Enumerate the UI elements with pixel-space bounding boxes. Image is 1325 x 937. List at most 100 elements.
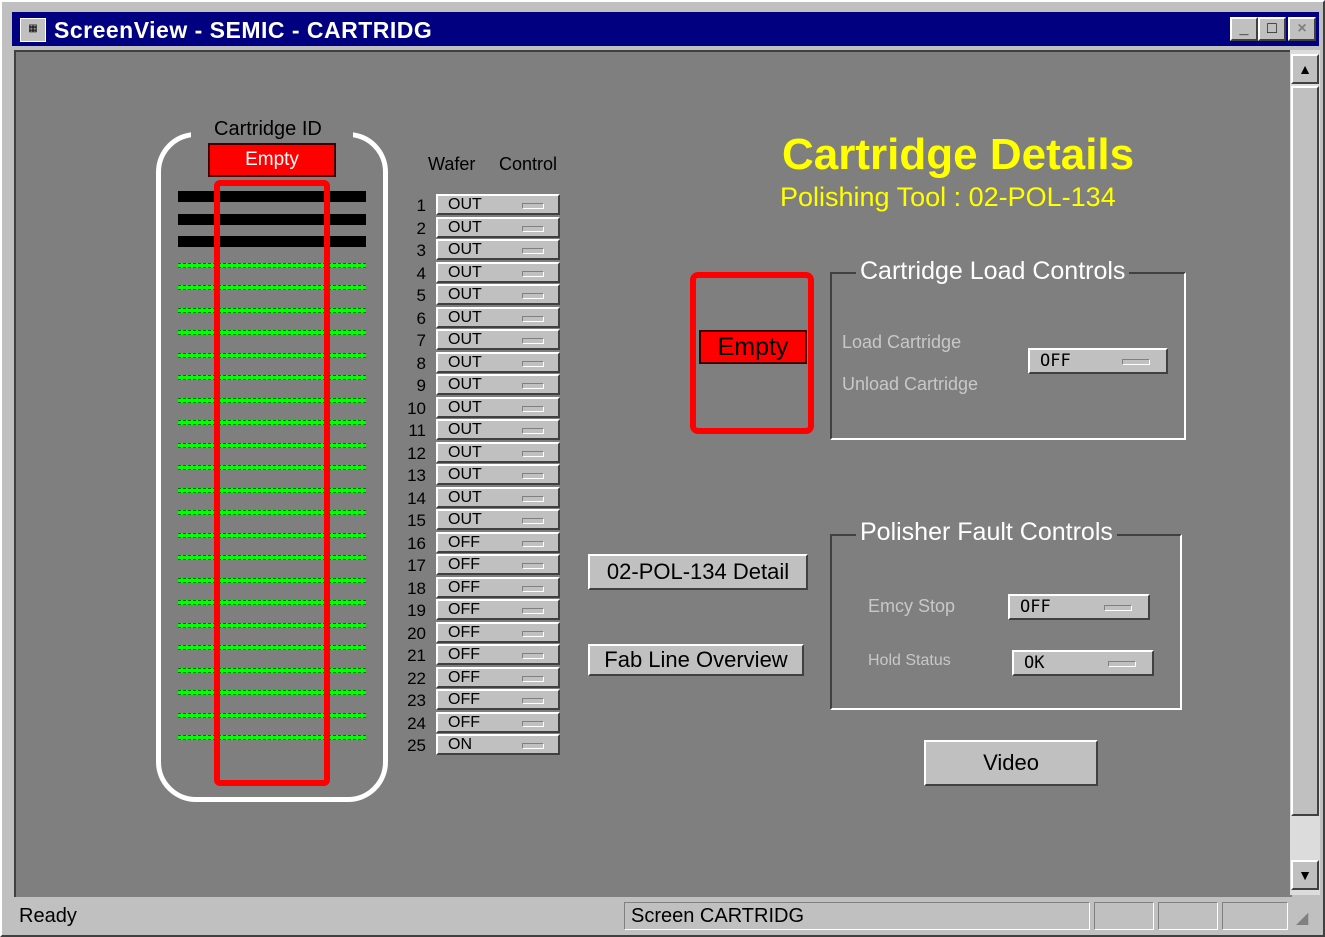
- status-pane-empty-2: [1158, 902, 1218, 930]
- toggle-grip-icon: [522, 338, 544, 344]
- window-title: ScreenView - SEMIC - CARTRIDG: [54, 17, 433, 43]
- wafer-number: 20: [407, 623, 426, 643]
- toggle-grip-icon: [522, 630, 544, 637]
- toggle-grip-icon: [522, 405, 544, 412]
- wafer-control-state: OUT: [448, 308, 482, 326]
- maximize-button[interactable]: □: [1258, 17, 1286, 41]
- tool-detail-button[interactable]: 02-POL-134 Detail: [588, 554, 808, 590]
- cartridge-status-label: Empty: [699, 330, 807, 364]
- toggle-grip-icon: [522, 315, 544, 322]
- wafer-control-button[interactable]: OFF: [436, 531, 560, 553]
- load-cartridge-label: Load Cartridge: [842, 332, 962, 352]
- status-ready: Ready: [19, 905, 77, 927]
- hold-status-label: Hold Status: [868, 652, 951, 669]
- wafer-control-button[interactable]: OUT: [436, 374, 560, 395]
- resize-grip-icon[interactable]: ◢: [1296, 908, 1308, 928]
- fab-line-overview-button[interactable]: Fab Line Overview: [588, 644, 804, 676]
- video-button[interactable]: Video: [924, 740, 1098, 786]
- wafer-control-button[interactable]: OUT: [436, 486, 560, 508]
- wafer-control-button[interactable]: OFF: [436, 711, 560, 733]
- wafer-control-button[interactable]: OUT: [436, 239, 560, 260]
- wafer-number: 23: [407, 691, 426, 710]
- wafer-control-button[interactable]: OFF: [436, 621, 560, 643]
- wafer-control-state: OUT: [448, 488, 482, 506]
- unload-cartridge-label: Unload Cartridge: [842, 374, 979, 394]
- wafer-control-state: OFF: [448, 623, 480, 641]
- toggle-grip-icon: [522, 743, 544, 749]
- toggle-grip-icon: [522, 203, 544, 209]
- page-title: Cartridge Details: [782, 130, 1135, 179]
- wafer-control-button[interactable]: OUT: [436, 396, 560, 418]
- wafer-control-state: OUT: [448, 353, 482, 371]
- wafer-control-button[interactable]: OUT: [436, 284, 560, 305]
- hold-status-value: OK: [1024, 653, 1045, 673]
- close-button[interactable]: ×: [1288, 17, 1316, 41]
- wafer-control-state: OUT: [448, 511, 482, 528]
- toggle-grip-icon: [522, 428, 544, 434]
- status-bar: Ready Screen CARTRIDG ◢: [12, 898, 1319, 934]
- wafer-number: 11: [408, 421, 426, 440]
- wafer-control-button[interactable]: OUT: [436, 261, 560, 283]
- wafer-control-button[interactable]: OUT: [436, 216, 560, 238]
- vertical-scrollbar[interactable]: ▲ ▼: [1290, 50, 1320, 895]
- scroll-up-icon[interactable]: ▲: [1291, 54, 1319, 84]
- wafer-control-button[interactable]: OFF: [436, 576, 560, 598]
- wafer-control-state: OFF: [448, 646, 480, 663]
- wafer-control-button[interactable]: OFF: [436, 644, 560, 665]
- wafer-number: 7: [416, 331, 426, 350]
- wafer-column-header: Wafer: [428, 154, 476, 174]
- emergency-stop-toggle[interactable]: OFF: [1008, 594, 1150, 620]
- wafer-control-state: OFF: [448, 556, 480, 573]
- wafer-control-button[interactable]: OUT: [436, 419, 560, 440]
- wafer-number: 25: [407, 736, 426, 755]
- wafer-control-state: OFF: [448, 713, 480, 731]
- app-icon[interactable]: ▦: [20, 18, 46, 42]
- wafer-number: 13: [407, 466, 426, 485]
- control-column-header: Control: [499, 154, 558, 174]
- minimize-button[interactable]: _: [1230, 17, 1258, 41]
- wafer-number: 6: [416, 308, 426, 328]
- wafer-control-button[interactable]: OFF: [436, 689, 560, 710]
- wafer-control-button[interactable]: OUT: [436, 351, 560, 373]
- wafer-control-button[interactable]: OUT: [436, 441, 560, 463]
- wafer-control-button[interactable]: OUT: [436, 306, 560, 328]
- wafer-control-state: OUT: [448, 196, 482, 213]
- status-pane-empty-3: [1222, 902, 1288, 930]
- wafer-control-button[interactable]: OUT: [436, 194, 560, 215]
- title-bar[interactable]: ▦ ScreenView - SEMIC - CARTRIDG _ □ ×: [12, 12, 1319, 46]
- wafer-control-button[interactable]: OFF: [436, 666, 560, 688]
- wafer-control-button[interactable]: OUT: [436, 329, 560, 350]
- status-pane-empty-1: [1094, 902, 1154, 930]
- toggle-grip-icon: [522, 698, 544, 704]
- scroll-down-icon[interactable]: ▼: [1291, 860, 1319, 890]
- wafer-control-state: OUT: [448, 218, 482, 236]
- cartridge-load-controls-title: Cartridge Load Controls: [856, 257, 1130, 286]
- wafer-control-button[interactable]: OUT: [436, 464, 560, 485]
- wafer-control-state: OUT: [448, 421, 482, 438]
- wafer-control-button[interactable]: ON: [436, 734, 560, 755]
- wafer-control-state: OFF: [448, 533, 480, 551]
- toggle-grip-icon: [522, 540, 544, 547]
- wafer-control-state: OUT: [448, 241, 482, 258]
- cartridge-id-label: Cartridge ID: [214, 118, 322, 140]
- wafer-number: 21: [407, 646, 426, 665]
- cartridge-alarm-frame: [214, 180, 330, 786]
- wafer-control-button[interactable]: OUT: [436, 509, 560, 530]
- toggle-grip-icon: [522, 653, 544, 659]
- wafer-control-button[interactable]: OFF: [436, 554, 560, 575]
- wafer-number: 9: [416, 376, 426, 395]
- hold-status-toggle[interactable]: OK: [1012, 650, 1154, 676]
- wafer-control-state: OUT: [448, 466, 482, 483]
- status-screen-name: Screen CARTRIDG: [624, 902, 1090, 930]
- wafer-control-state: OUT: [448, 376, 482, 393]
- toggle-grip-icon: [522, 518, 544, 524]
- wafer-number: 1: [416, 196, 426, 215]
- toggle-grip-icon: [1122, 359, 1150, 365]
- wafer-number: 16: [407, 533, 426, 553]
- wafer-control-state: OUT: [448, 398, 482, 416]
- load-cartridge-toggle[interactable]: OFF: [1028, 348, 1168, 374]
- wafer-control-button[interactable]: OFF: [436, 599, 560, 620]
- wafer-control-state: OUT: [448, 286, 482, 303]
- wafer-control-state: OUT: [448, 331, 482, 348]
- scrollbar-thumb[interactable]: [1291, 86, 1319, 816]
